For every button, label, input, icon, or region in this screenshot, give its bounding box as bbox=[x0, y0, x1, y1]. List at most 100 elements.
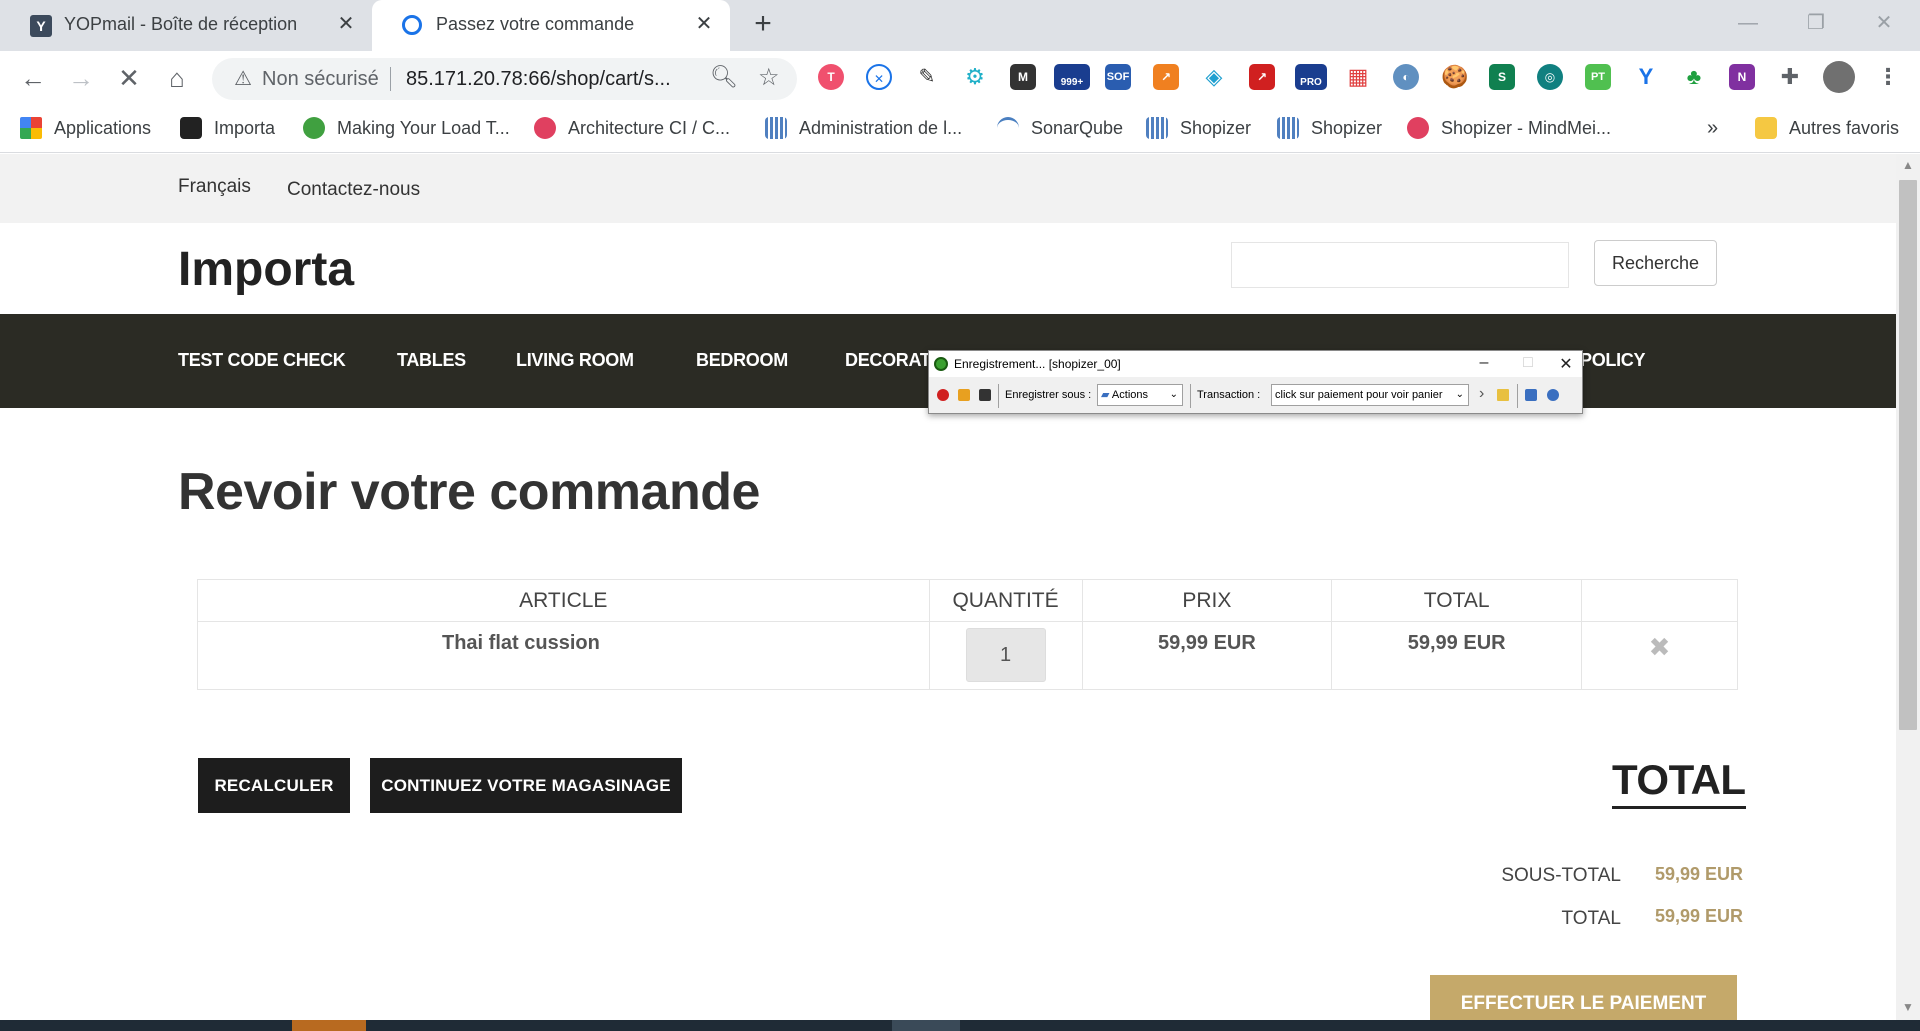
close-icon[interactable]: ✕ bbox=[1551, 354, 1581, 374]
chart-icon[interactable]: ↗ bbox=[1153, 64, 1179, 90]
extension-y-icon[interactable]: Y bbox=[1633, 64, 1659, 90]
pause-icon[interactable] bbox=[958, 389, 970, 401]
bookmark-importa[interactable]: Importa bbox=[180, 113, 275, 143]
url-text[interactable]: 85.171.20.78:66/shop/cart/s... bbox=[406, 68, 671, 91]
chevron-down-icon: ⌄ bbox=[1169, 389, 1178, 400]
mindmeister-icon bbox=[1407, 117, 1429, 139]
extension-circle-icon[interactable]: ◐ bbox=[1393, 64, 1419, 90]
bookmarks-overflow-button[interactable]: » bbox=[1707, 113, 1718, 143]
bookmark-shopizer-1[interactable]: Shopizer bbox=[1146, 113, 1251, 143]
tab-yopmail[interactable]: Y YOPmail - Boîte de réception ✕ bbox=[0, 0, 372, 51]
tab-passez-commande[interactable]: Passez votre commande ✕ bbox=[372, 0, 730, 51]
maximize-icon[interactable]: □ bbox=[1513, 354, 1543, 372]
cart-item-name[interactable]: Thai flat cussion bbox=[197, 621, 930, 690]
open-folder-icon[interactable] bbox=[1497, 389, 1509, 401]
puzzle-icon[interactable]: ✚ bbox=[1777, 64, 1803, 90]
extension-sof-icon[interactable]: SOF bbox=[1105, 64, 1131, 90]
table-row: Thai flat cussion 1 59,99 EUR 59,99 EUR … bbox=[197, 621, 1738, 690]
os-taskbar bbox=[0, 1020, 1920, 1031]
cookie-icon[interactable]: 🍪 bbox=[1441, 64, 1468, 90]
nav-decoration[interactable]: DECORAT bbox=[845, 350, 931, 371]
play-icon[interactable]: › bbox=[1479, 385, 1484, 403]
extension-pro-icon[interactable]: PRO bbox=[1295, 64, 1327, 90]
onenote-icon[interactable]: N bbox=[1729, 64, 1755, 90]
language-link[interactable]: Français bbox=[178, 176, 251, 198]
pen-icon[interactable]: ✎ bbox=[914, 64, 940, 90]
site-logo[interactable]: Importa bbox=[178, 242, 354, 297]
extension-m-icon[interactable]: M bbox=[1010, 64, 1036, 90]
extension-arrow-icon[interactable]: ↗ bbox=[1249, 64, 1275, 90]
gear-icon[interactable]: ⚙ bbox=[962, 64, 988, 90]
cart-item-quantity-cell: 1 bbox=[928, 621, 1083, 690]
forward-icon[interactable]: → bbox=[64, 61, 98, 95]
nav-tables[interactable]: TABLES bbox=[397, 350, 466, 371]
security-label[interactable]: Non sécurisé bbox=[262, 68, 379, 91]
scroll-up-icon[interactable]: ▲ bbox=[1902, 158, 1914, 172]
bookmark-shopizer-2[interactable]: Shopizer bbox=[1277, 113, 1382, 143]
bookmark-architecture[interactable]: Architecture CI / C... bbox=[534, 113, 730, 143]
back-icon[interactable]: ← bbox=[16, 61, 50, 95]
record-icon[interactable] bbox=[937, 389, 949, 401]
recorder-toolbar: Enregistrer sous : ▰ Actions ⌄ Transacti… bbox=[929, 378, 1582, 414]
search-input[interactable] bbox=[1231, 242, 1569, 288]
page-scrollbar[interactable]: ▲ ▼ bbox=[1896, 154, 1920, 1020]
taskbar-app[interactable] bbox=[892, 1020, 960, 1031]
close-tab-icon[interactable]: ✕ bbox=[692, 12, 716, 36]
minimize-icon[interactable]: — bbox=[1728, 8, 1768, 38]
extension-ring-icon[interactable]: ◎ bbox=[1537, 64, 1563, 90]
pay-button[interactable]: EFFECTUER LE PAIEMENT bbox=[1430, 975, 1737, 1020]
home-icon[interactable]: ⌂ bbox=[160, 61, 194, 95]
bookmark-applications[interactable]: Applications bbox=[20, 113, 151, 143]
nav-living-room[interactable]: LIVING ROOM bbox=[516, 350, 634, 371]
contact-link[interactable]: Contactez-nous bbox=[287, 179, 420, 201]
help-icon[interactable] bbox=[1547, 389, 1559, 401]
extension-globe-icon[interactable]: ◈ bbox=[1201, 64, 1227, 90]
bookmark-shopizer-mindmeister[interactable]: Shopizer - MindMei... bbox=[1407, 113, 1611, 143]
bookmark-administration[interactable]: Administration de l... bbox=[765, 113, 962, 143]
taskbar-app[interactable] bbox=[292, 1020, 366, 1031]
recalculate-button[interactable]: RECALCULER bbox=[198, 758, 350, 813]
column-header-quantity: QUANTITÉ bbox=[928, 579, 1083, 622]
avatar[interactable] bbox=[1823, 61, 1855, 93]
scrollbar-thumb[interactable] bbox=[1899, 180, 1917, 730]
minimize-icon[interactable]: – bbox=[1469, 354, 1499, 372]
extension-pt-icon[interactable]: PT bbox=[1585, 64, 1611, 90]
menu-kebab-icon[interactable]: ⋮ bbox=[1875, 64, 1901, 90]
extension-x-icon[interactable]: ✕ bbox=[866, 64, 892, 90]
nav-policy[interactable]: POLICY bbox=[1580, 350, 1646, 371]
checkmark-icon bbox=[303, 117, 325, 139]
bookmark-other-favorites[interactable]: Autres favoris bbox=[1755, 113, 1899, 143]
continue-shopping-button[interactable]: CONTINUEZ VOTRE MAGASINAGE bbox=[370, 758, 682, 813]
mindmeister-icon bbox=[534, 117, 556, 139]
article-name[interactable]: Thai flat cussion bbox=[442, 632, 600, 654]
transaction-select[interactable]: click sur paiement pour voir panier ⌄ bbox=[1271, 384, 1469, 406]
remove-item-icon[interactable]: ✖ bbox=[1649, 632, 1671, 662]
stripes-icon bbox=[1146, 117, 1168, 139]
close-tab-icon[interactable]: ✕ bbox=[334, 12, 358, 36]
extension-999-icon[interactable]: 999+ bbox=[1054, 64, 1090, 90]
new-tab-button[interactable]: + bbox=[748, 9, 778, 40]
quantity-input[interactable]: 1 bbox=[965, 628, 1046, 682]
close-window-icon[interactable]: ✕ bbox=[1864, 8, 1904, 38]
extension-t-icon[interactable]: T bbox=[818, 64, 844, 90]
stop-icon[interactable] bbox=[979, 389, 991, 401]
scroll-down-icon[interactable]: ▼ bbox=[1902, 1000, 1914, 1014]
transaction-value: click sur paiement pour voir panier bbox=[1275, 389, 1443, 401]
restore-icon[interactable]: ❐ bbox=[1796, 8, 1836, 38]
zoom-icon[interactable]: 🔍︎ bbox=[710, 64, 738, 90]
bookmark-star-icon[interactable]: ☆ bbox=[758, 63, 780, 92]
search-button[interactable]: Recherche bbox=[1594, 240, 1717, 286]
sonarqube-icon bbox=[997, 117, 1019, 139]
bookmark-making-your-load[interactable]: Making Your Load T... bbox=[303, 113, 510, 143]
settings-icon[interactable] bbox=[1525, 389, 1537, 401]
stop-loading-icon[interactable]: ✕ bbox=[112, 61, 146, 95]
extension-s-icon[interactable]: S bbox=[1489, 64, 1515, 90]
bookmark-sonarqube[interactable]: SonarQube bbox=[997, 113, 1123, 143]
extension-grid-icon[interactable]: ▦ bbox=[1345, 64, 1371, 90]
nav-bedroom[interactable]: BEDROOM bbox=[696, 350, 788, 371]
evernote-icon[interactable]: ♣ bbox=[1681, 64, 1707, 90]
address-bar[interactable]: ⚠ Non sécurisé 85.171.20.78:66/shop/cart… bbox=[212, 58, 797, 100]
save-as-select[interactable]: ▰ Actions ⌄ bbox=[1097, 384, 1183, 406]
nav-test-code-check[interactable]: TEST CODE CHECK bbox=[178, 350, 346, 371]
divider bbox=[998, 384, 999, 408]
